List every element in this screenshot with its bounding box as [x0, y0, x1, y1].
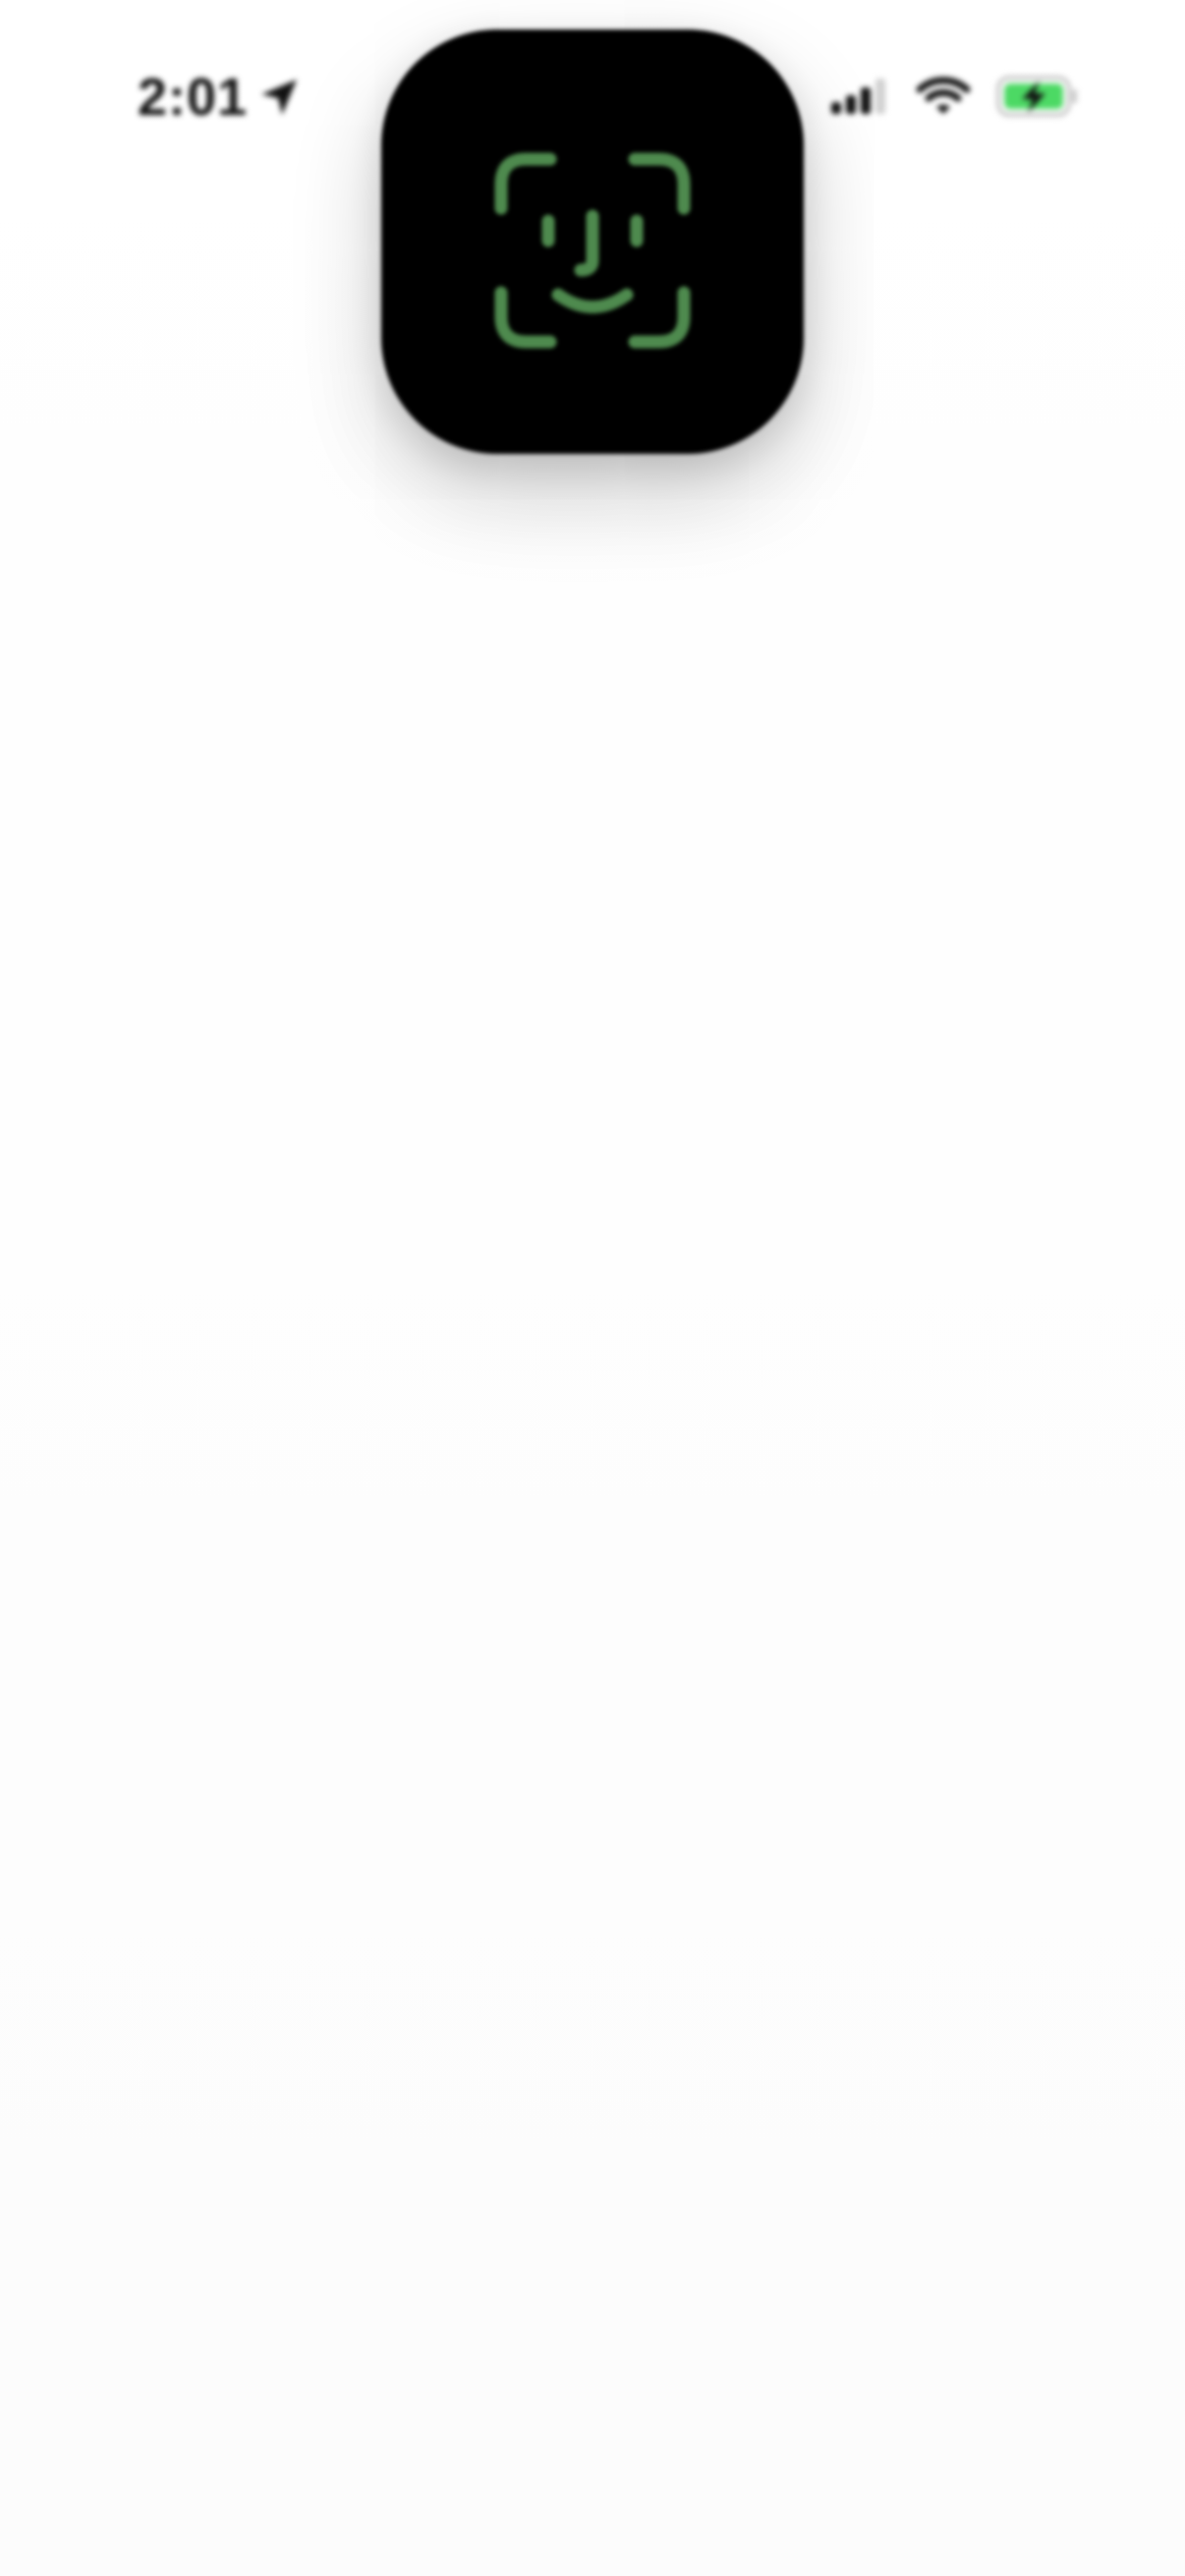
- status-time: 2:01: [138, 68, 249, 127]
- location-arrow-icon: [257, 76, 301, 119]
- status-time-group: 2:01: [138, 63, 301, 132]
- status-right-icons: [829, 69, 1079, 124]
- screen: 2:01: [0, 0, 1185, 2576]
- cellular-signal-icon: [829, 77, 890, 116]
- face-id-card: [381, 29, 804, 454]
- battery-charging-icon: [996, 75, 1079, 118]
- wifi-icon: [916, 76, 971, 117]
- face-id-icon: [494, 152, 691, 349]
